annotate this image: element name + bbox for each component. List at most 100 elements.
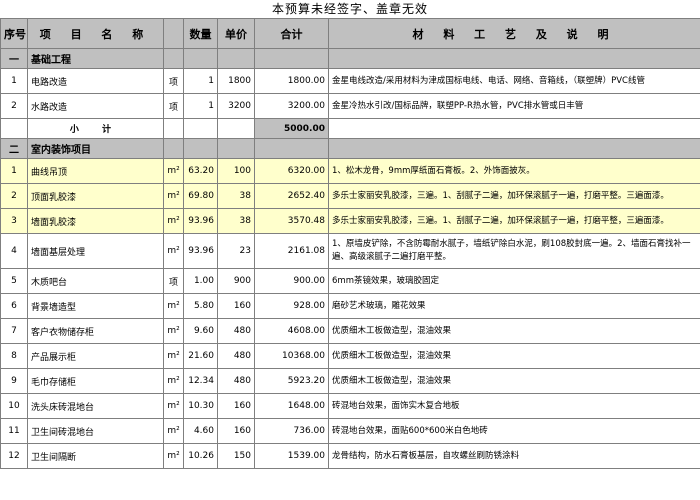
item-qty: 5.80 [183,293,218,319]
item-description: 6mm茶镜效果，玻璃胶固定 [328,268,700,294]
item-unit: m² [163,418,184,444]
header-total: 合计 [254,18,329,49]
item-unit: 项 [163,93,184,119]
item-unit: m² [163,443,184,469]
section-title: 基础工程 [27,48,164,69]
item-total: 1539.00 [254,443,329,469]
item-name: 顶面乳胶漆 [27,183,164,209]
item-price: 3200 [217,93,255,119]
row-number: 6 [0,293,28,319]
item-unit: m² [163,233,184,269]
item-price: 23 [217,233,255,269]
header-qty: 数量 [183,18,218,49]
item-description: 金星电线改造/采用材料为津成国标电线、电话、网络、音箱线，（联塑牌）PVC线管 [328,68,700,94]
item-qty: 12.34 [183,368,218,394]
item-total: 928.00 [254,293,329,319]
section-number: 二 [0,138,28,159]
subtotal-label: 小 计 [27,118,164,139]
item-description: 多乐士家丽安乳胶漆，三遍。1、刮腻子二遍，加环保滚腻子一遍，打磨平整。三遍面漆。 [328,183,700,209]
item-price: 150 [217,443,255,469]
item-price: 160 [217,393,255,419]
header-desc: 材 料 工 艺 及 说 明 [328,18,700,49]
subtotal-row: 小 计 5000.00 [0,118,700,139]
row-number: 3 [0,208,28,234]
item-name: 背景墙造型 [27,293,164,319]
item-qty: 10.30 [183,393,218,419]
header-price: 单价 [217,18,255,49]
item-name: 墙面基层处理 [27,233,164,269]
table-row: 11 卫生间砖混地台 m² 4.60 160 736.00 砖混地台效果，面贴600*600… [0,418,700,444]
row-number: 8 [0,343,28,369]
budget-table: 序号 项 目 名 称 数量 单价 合计 材 料 工 艺 及 说 明 一基础工程 1… [0,18,700,469]
table-row: 3 墙面乳胶漆 m² 93.96 38 3570.48 多乐士家丽安乳胶漆，三遍。1、刮腻子… [0,208,700,234]
item-name: 卫生间砖混地台 [27,418,164,444]
item-qty: 1 [183,68,218,94]
table-row: 7 客户衣物储存柜 m² 9.60 480 4608.00 优质细木工板做造型，混油效果 [0,318,700,344]
table-row: 1 曲线吊顶 m² 63.20 100 6320.00 1、松木龙骨，9mm厚纸面石膏板。2… [0,158,700,184]
item-unit: m² [163,393,184,419]
header-seq: 序号 [0,18,28,49]
item-unit: m² [163,208,184,234]
table-row: 2 水路改造项 1 3200 3200.00 金星冷热水引改/国标品牌，联塑PP-R热水管… [0,93,700,119]
header-item: 项 目 名 称 [27,18,164,49]
item-qty: 10.26 [183,443,218,469]
item-total: 900.00 [254,268,329,294]
item-total: 736.00 [254,418,329,444]
item-name: 水路改造 [27,93,164,119]
table-row: 9 毛巾存储柜 m² 12.34 480 5923.20 优质细木工板做造型，混油效果 [0,368,700,394]
section-number: 一 [0,48,28,69]
item-price: 100 [217,158,255,184]
item-description: 优质细木工板做造型，混油效果 [328,368,700,394]
item-price: 160 [217,293,255,319]
item-unit: m² [163,183,184,209]
item-qty: 1 [183,93,218,119]
item-qty: 69.80 [183,183,218,209]
item-total: 2161.08 [254,233,329,269]
row-number: 4 [0,233,28,269]
item-price: 38 [217,208,255,234]
table-row: 12 卫生间隔断 m² 10.26 150 1539.00 龙骨结构，防水石膏板基层，自攻螺… [0,443,700,469]
item-description: 1、松木龙骨，9mm厚纸面石膏板。2、外饰面披灰。 [328,158,700,184]
item-description: 金星冷热水引改/国标品牌，联塑PP-R热水管，PVC排水管或日丰管 [328,93,700,119]
row-number: 7 [0,318,28,344]
item-total: 1800.00 [254,68,329,94]
table-row: 6 背景墙造型 m² 5.80 160 928.00 磨砂艺术玻璃，雕花效果 [0,293,700,319]
row-number: 10 [0,393,28,419]
item-description: 优质细木工板做造型，混油效果 [328,318,700,344]
item-total: 4608.00 [254,318,329,344]
item-description: 优质细木工板做造型，混油效果 [328,343,700,369]
table-row: 4 墙面基层处理 m² 93.96 23 2161.08 1、原墙皮铲除，不含防霉耐水腻子，… [0,233,700,269]
item-qty: 4.60 [183,418,218,444]
item-total: 10368.00 [254,343,329,369]
item-total: 3200.00 [254,93,329,119]
item-name: 卫生间隔断 [27,443,164,469]
item-description: 龙骨结构，防水石膏板基层，自攻螺丝刷防锈涂料 [328,443,700,469]
item-qty: 9.60 [183,318,218,344]
row-number: 1 [0,158,28,184]
header-row: 序号 项 目 名 称 数量 单价 合计 材 料 工 艺 及 说 明 [0,18,700,49]
table-row: 2 顶面乳胶漆 m² 69.80 38 2652.40 多乐士家丽安乳胶漆，三遍。1、刮腻子… [0,183,700,209]
item-name: 曲线吊顶 [27,158,164,184]
row-number: 2 [0,183,28,209]
header-unit [163,18,184,49]
section-header-row: 一基础工程 [0,48,700,69]
item-price: 38 [217,183,255,209]
subtotal-value: 5000.00 [254,118,329,139]
section-header-row: 二室内装饰项目 [0,138,700,159]
table-row: 8 产品展示柜 m² 21.60 480 10368.00 优质细木工板做造型，混油效果 [0,343,700,369]
item-unit: m² [163,318,184,344]
item-description: 1、原墙皮铲除，不含防霉耐水腻子，墙纸铲除白水泥，刷108胶封底一遍。2、墙面石… [328,233,700,269]
item-total: 2652.40 [254,183,329,209]
item-unit: m² [163,343,184,369]
item-description: 磨砂艺术玻璃，雕花效果 [328,293,700,319]
row-number: 9 [0,368,28,394]
document-notice: 本预算未经签字、盖章无效 [271,2,428,16]
row-number: 2 [0,93,28,119]
item-total: 6320.00 [254,158,329,184]
table-row: 10 洗头床砖混地台 m² 10.30 160 1648.00 砖混地台效果，面饰实木复合地… [0,393,700,419]
item-unit: m² [163,158,184,184]
item-total: 1648.00 [254,393,329,419]
table-row: 5 木质吧台项 1.00 900 900.00 6mm茶镜效果，玻璃胶固定 [0,268,700,294]
row-number: 1 [0,68,28,94]
item-price: 1800 [217,68,255,94]
